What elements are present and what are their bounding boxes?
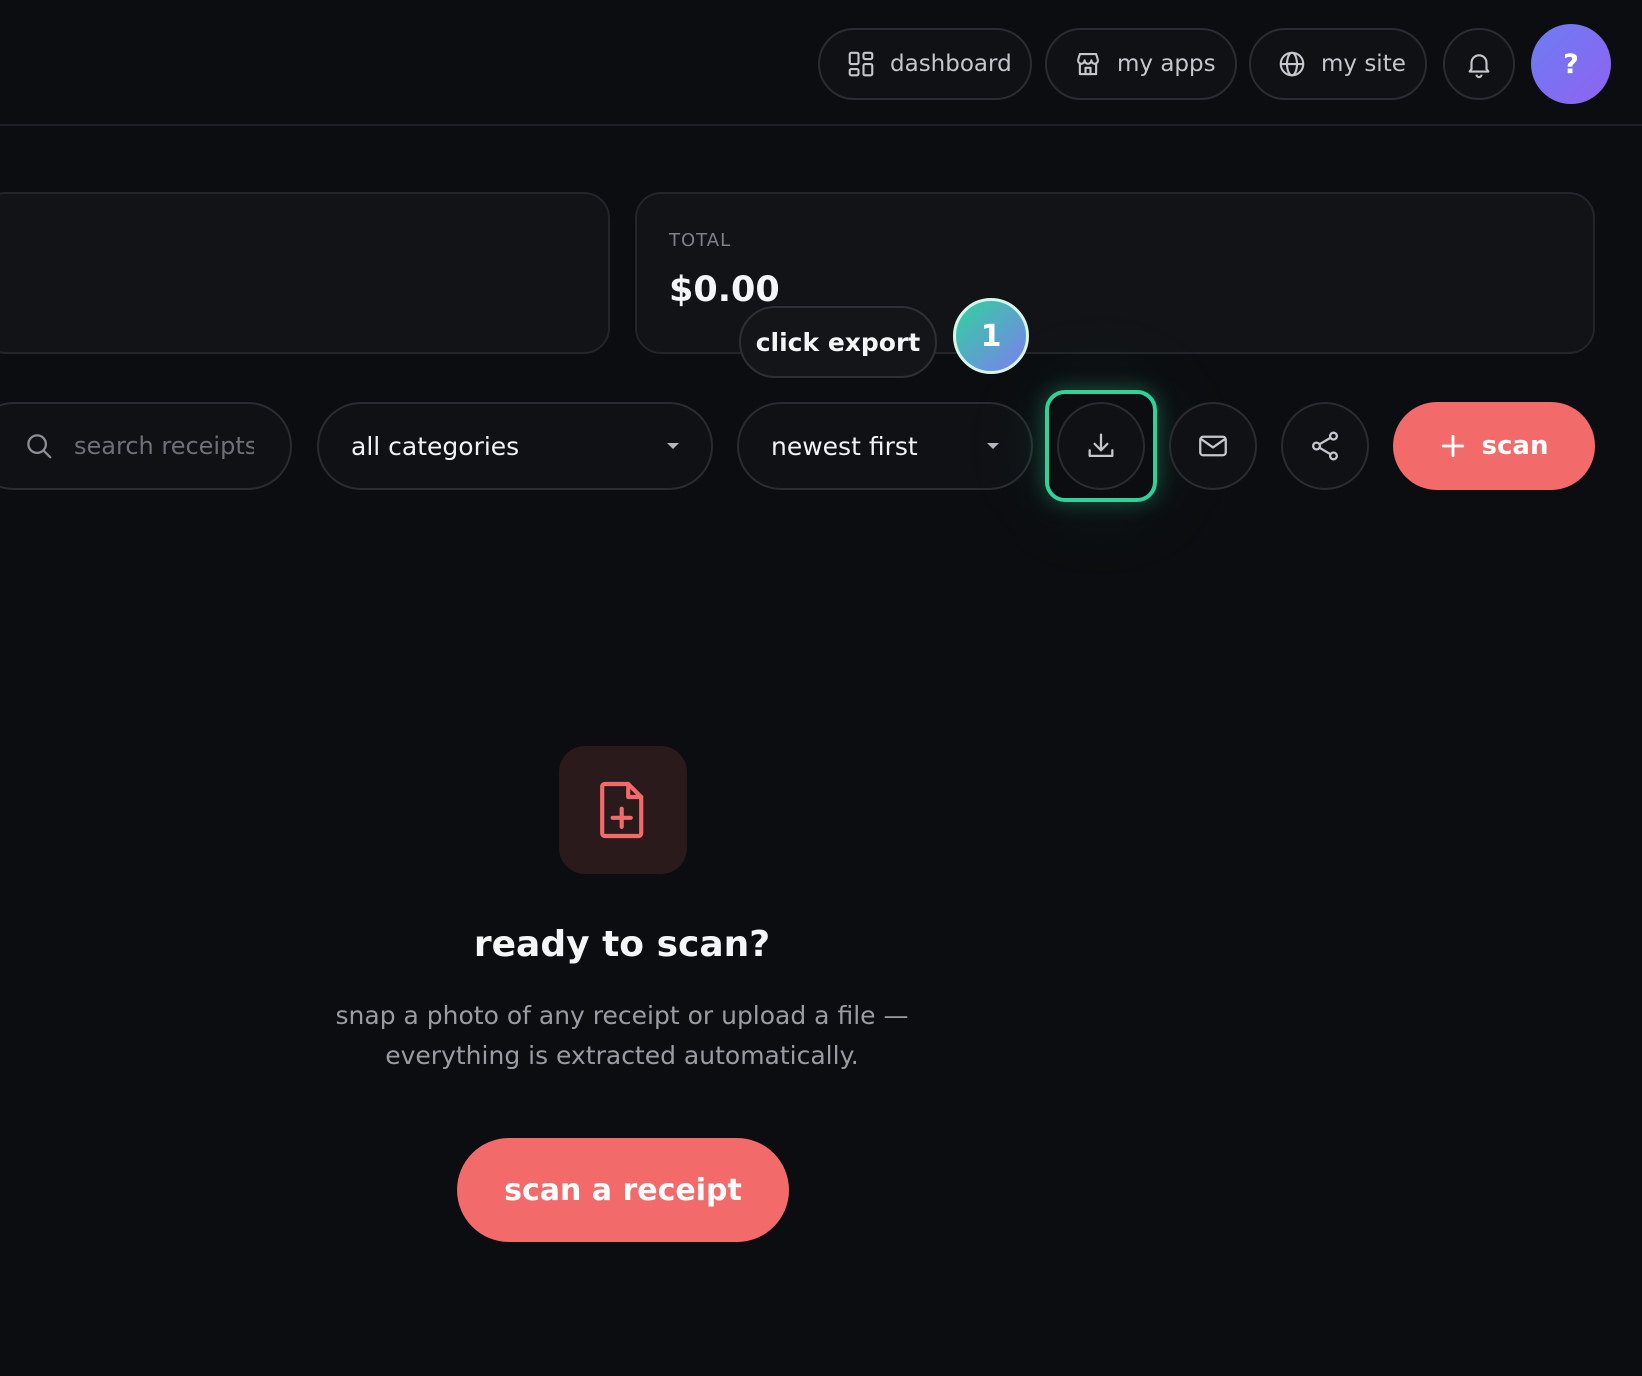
dashboard-button[interactable]: dashboard (818, 28, 1032, 100)
tutorial-step-badge: 1 (953, 298, 1029, 374)
plus-icon (1440, 433, 1466, 459)
store-icon (1073, 49, 1103, 79)
scan-button-label: scan (1481, 431, 1549, 461)
category-select-value: all categories (351, 431, 520, 461)
mail-icon (1196, 429, 1230, 463)
avatar[interactable]: ? (1531, 24, 1611, 104)
dashboard-icon (846, 49, 876, 79)
tutorial-tooltip: click export (739, 306, 937, 378)
chevron-down-icon (987, 443, 999, 449)
file-plus-icon (597, 778, 649, 842)
search-input[interactable] (74, 432, 254, 460)
notifications-button[interactable] (1443, 28, 1515, 100)
summary-card-left (0, 192, 610, 354)
scan-receipt-button[interactable]: scan a receipt (457, 1138, 789, 1242)
my-apps-label: my apps (1117, 51, 1216, 77)
share-icon (1308, 429, 1342, 463)
dashboard-label: dashboard (890, 51, 1012, 77)
sort-select[interactable]: newest first (737, 402, 1033, 490)
chevron-down-icon (667, 443, 679, 449)
empty-state-icon-container (559, 746, 687, 874)
share-button[interactable] (1281, 402, 1369, 490)
top-bar: dashboard my apps my site ? (0, 0, 1642, 126)
total-label: TOTAL (669, 230, 732, 251)
empty-state-description: snap a photo of any receipt or upload a … (335, 1001, 909, 1070)
search-field[interactable] (0, 402, 292, 490)
my-site-button[interactable]: my site (1249, 28, 1427, 100)
my-site-label: my site (1321, 51, 1406, 77)
email-button[interactable] (1169, 402, 1257, 490)
search-icon (24, 431, 54, 461)
category-select[interactable]: all categories (317, 402, 713, 490)
scan-button[interactable]: scan (1393, 402, 1595, 490)
empty-state-title: ready to scan? (473, 924, 771, 965)
bell-icon (1464, 49, 1494, 79)
globe-icon (1277, 49, 1307, 79)
export-highlight (1045, 390, 1157, 502)
sort-select-value: newest first (771, 431, 918, 461)
total-value: $0.00 (669, 270, 780, 310)
my-apps-button[interactable]: my apps (1045, 28, 1237, 100)
